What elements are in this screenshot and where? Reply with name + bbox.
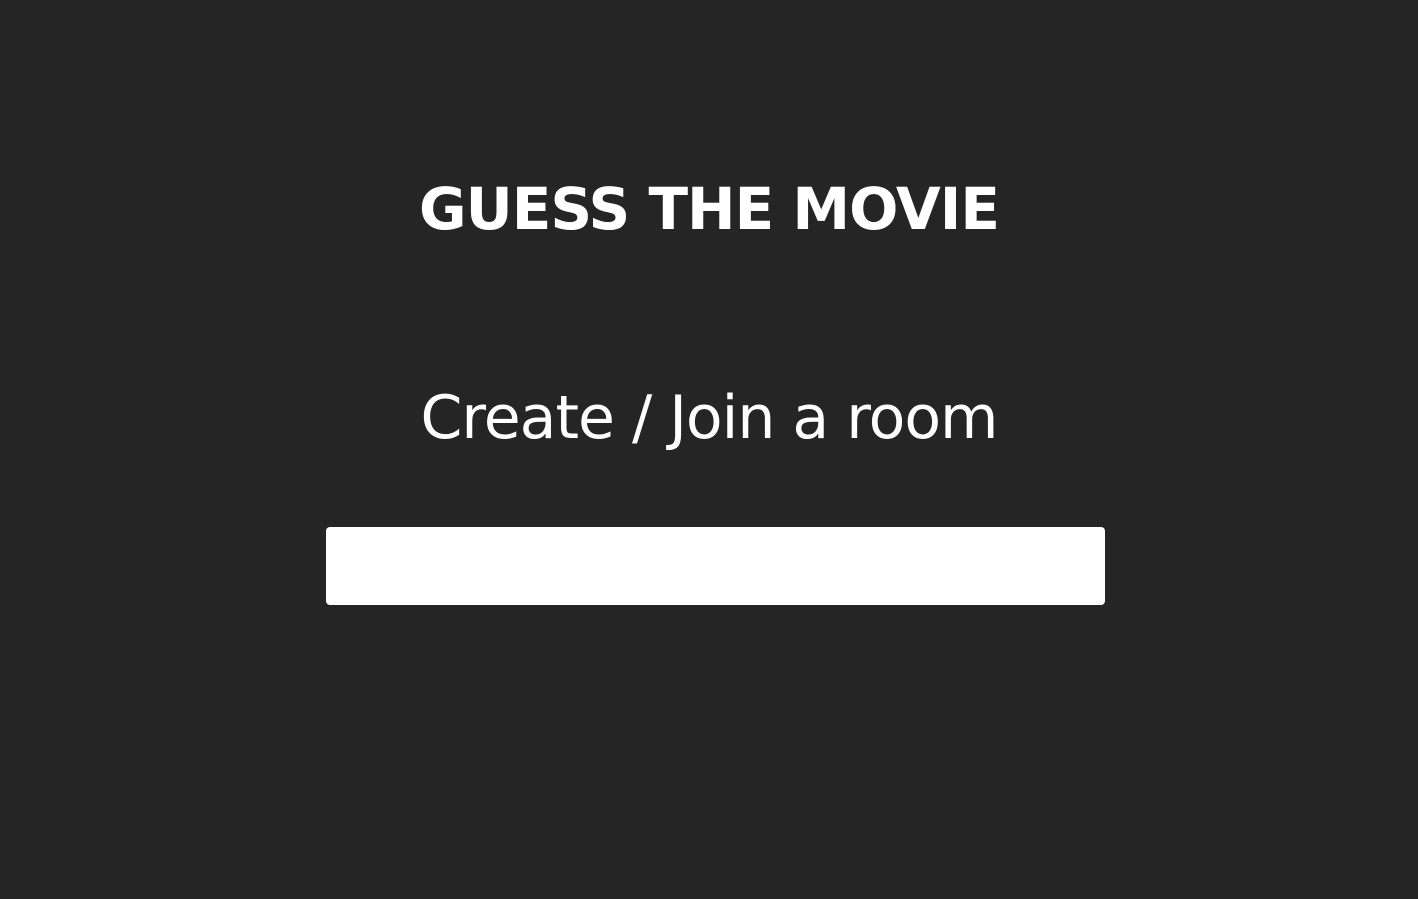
landing-page: GUESS THE MOVIE Create / Join a room xyxy=(0,0,1418,899)
app-title: GUESS THE MOVIE xyxy=(419,175,1000,243)
room-name-input[interactable] xyxy=(326,527,1105,605)
create-join-room-heading: Create / Join a room xyxy=(420,383,999,453)
